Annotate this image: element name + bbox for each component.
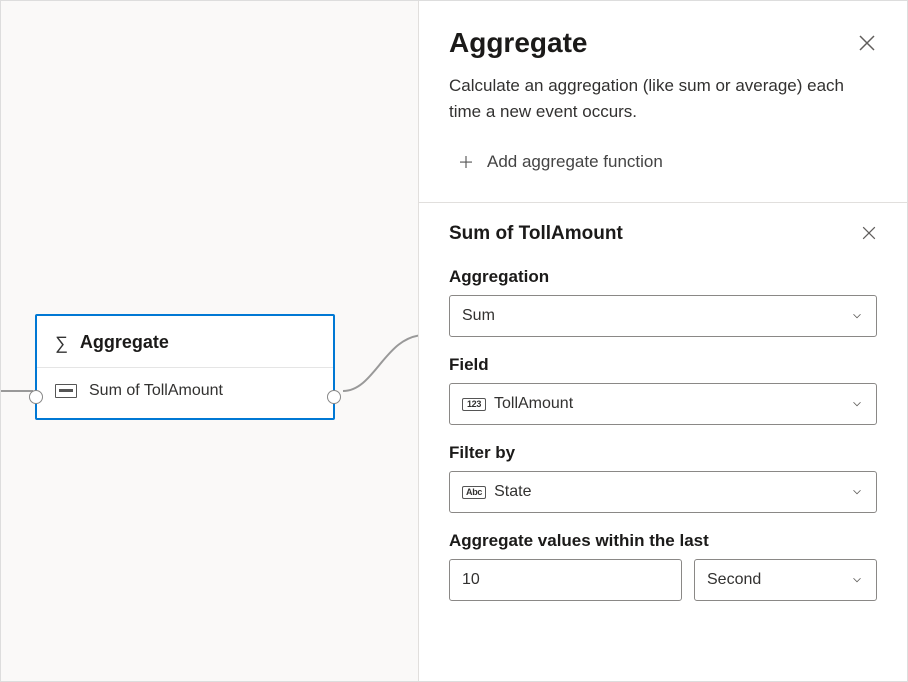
filterby-value: State [494,483,850,501]
output-port[interactable] [327,390,341,404]
numeric-type-icon: 123 [462,398,486,411]
chevron-down-icon [850,485,864,499]
node-output-label: Sum of TollAmount [89,382,223,400]
node-title: Aggregate [80,332,169,353]
aggregation-select[interactable]: Sum [449,295,877,337]
node-output-row[interactable]: Sum of TollAmount [37,368,333,418]
add-aggregate-label: Add aggregate function [487,152,663,172]
remove-aggregate-button[interactable] [859,223,879,243]
aggregate-node[interactable]: ∑ Aggregate Sum of TollAmount [35,314,335,420]
section-title: Sum of TollAmount [449,223,877,245]
filterby-select[interactable]: Abc State [449,471,877,513]
aggregation-label: Aggregation [449,267,877,287]
close-panel-button[interactable] [855,31,879,55]
chevron-down-icon [850,397,864,411]
output-icon [55,384,77,398]
close-icon [859,223,879,243]
chevron-down-icon [850,573,864,587]
field-label: Field [449,355,877,375]
window-unit-value: Second [707,571,850,589]
field-value: TollAmount [494,395,850,413]
add-aggregate-button[interactable]: Add aggregate function [449,146,877,194]
chevron-down-icon [850,309,864,323]
panel-title: Aggregate [449,27,877,59]
window-unit-select[interactable]: Second [694,559,877,601]
properties-panel: Aggregate Calculate an aggregation (like… [419,1,907,681]
sigma-icon: ∑ [55,334,68,352]
field-select[interactable]: 123 TollAmount [449,383,877,425]
panel-description: Calculate an aggregation (like sum or av… [449,73,877,124]
filterby-label: Filter by [449,443,877,463]
window-label: Aggregate values within the last [449,531,877,551]
window-amount-input[interactable] [449,559,682,601]
aggregate-section: Sum of TollAmount Aggregation Sum Field … [419,203,907,629]
text-type-icon: Abc [462,486,486,499]
aggregation-value: Sum [462,307,850,325]
close-icon [855,31,879,55]
canvas[interactable]: ∑ Aggregate Sum of TollAmount [1,1,419,681]
plus-icon [457,153,475,171]
input-port[interactable] [29,390,43,404]
